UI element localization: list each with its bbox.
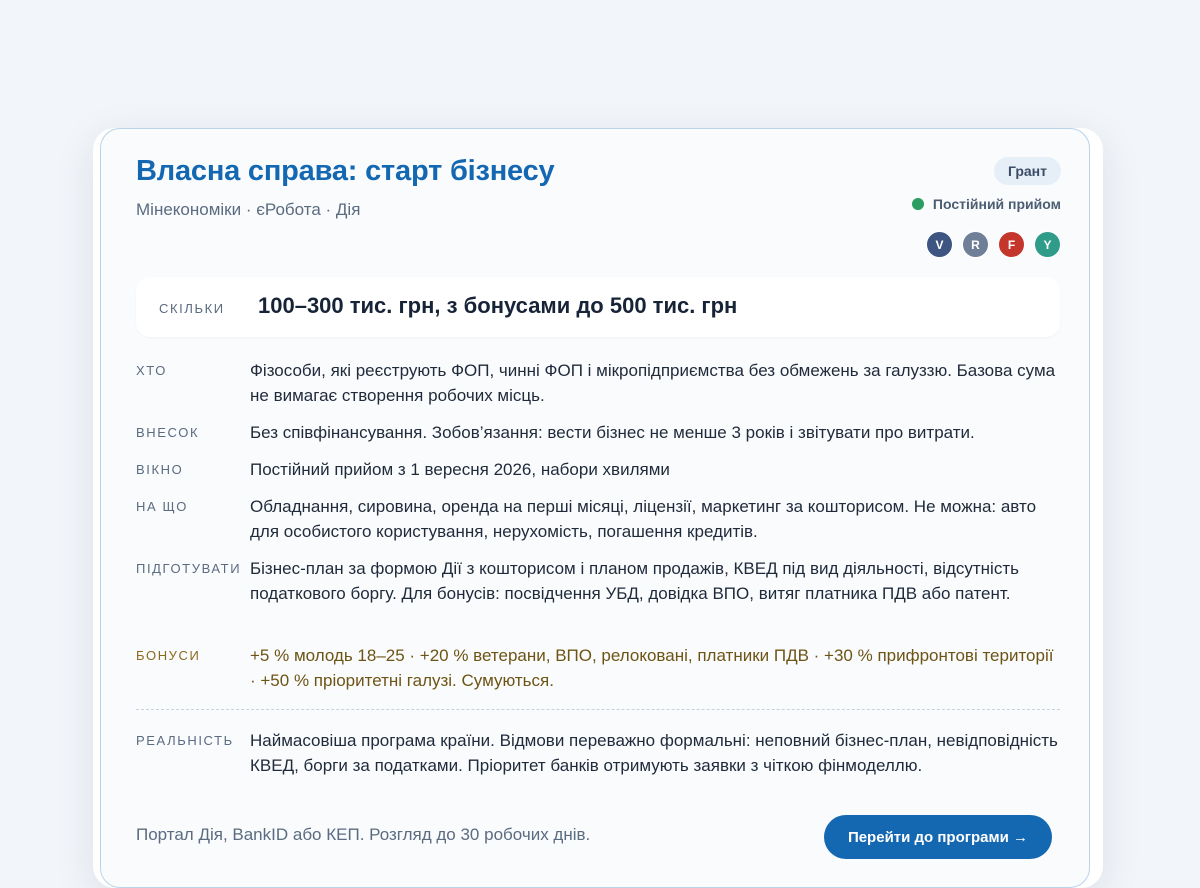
application-info: Портал Дія, BankID або КЕП. Розгляд до 3… [136, 825, 591, 844]
detail-label: БОНУСИ [136, 648, 201, 663]
program-card: Власна справа: старт бізнесу Мінекономік… [93, 128, 1103, 888]
detail-text: Постійний прийом з 1 вересня 2026, набор… [250, 460, 670, 479]
detail-label: НА ЩО [136, 499, 188, 514]
amount-value: 100–300 тис. грн, з бонусами до 500 тис.… [258, 293, 738, 318]
status-label: Постійний прийом [932, 196, 1061, 212]
program-status: Постійний прийом [911, 196, 1061, 212]
detail-text: Фізособи, які реєструють ФОП, чинні ФОП … [250, 361, 1056, 405]
avatar: V [926, 231, 953, 258]
amount-label: СКІЛЬКИ [159, 301, 225, 316]
amount-panel: СКІЛЬКИ 100–300 тис. грн, з бонусами до … [136, 277, 1060, 337]
status-dot-icon [911, 198, 924, 210]
program-type-badge: Грант [993, 157, 1061, 185]
detail-label: ПІДГОТУВАТИ [136, 561, 242, 576]
detail-label: ВІКНО [136, 462, 184, 477]
avatar: F [998, 231, 1025, 258]
detail-text: +5 % молодь 18–25 · +20 % ветерани, ВПО,… [250, 646, 1054, 690]
detail-label: ХТО [136, 363, 167, 378]
go-to-program-button[interactable]: Перейти до програми → [823, 815, 1052, 859]
program-card-body: Власна справа: старт бізнесу Мінекономік… [100, 128, 1090, 888]
detail-text: Обладнання, сировина, оренда на перші мі… [250, 497, 1037, 541]
detail-text: Бізнес-план за формою Дії з кошторисом і… [250, 559, 1019, 603]
avatar-group: V R F Y [917, 231, 1061, 258]
avatar: Y [1034, 231, 1061, 258]
detail-label: ВНЕСОК [136, 425, 200, 440]
program-subtitle: Мінекономіки · єРобота · Дія [136, 200, 361, 219]
avatar: R [962, 231, 989, 258]
detail-text: Без співфінансування. Зобов’язання: вест… [250, 423, 975, 442]
program-title: Власна справа: старт бізнесу [136, 155, 555, 187]
detail-text: Наймасовіша програма країни. Відмови пер… [250, 731, 1058, 775]
section-divider [136, 709, 1060, 710]
detail-label: РЕАЛЬНІСТЬ [136, 733, 234, 748]
